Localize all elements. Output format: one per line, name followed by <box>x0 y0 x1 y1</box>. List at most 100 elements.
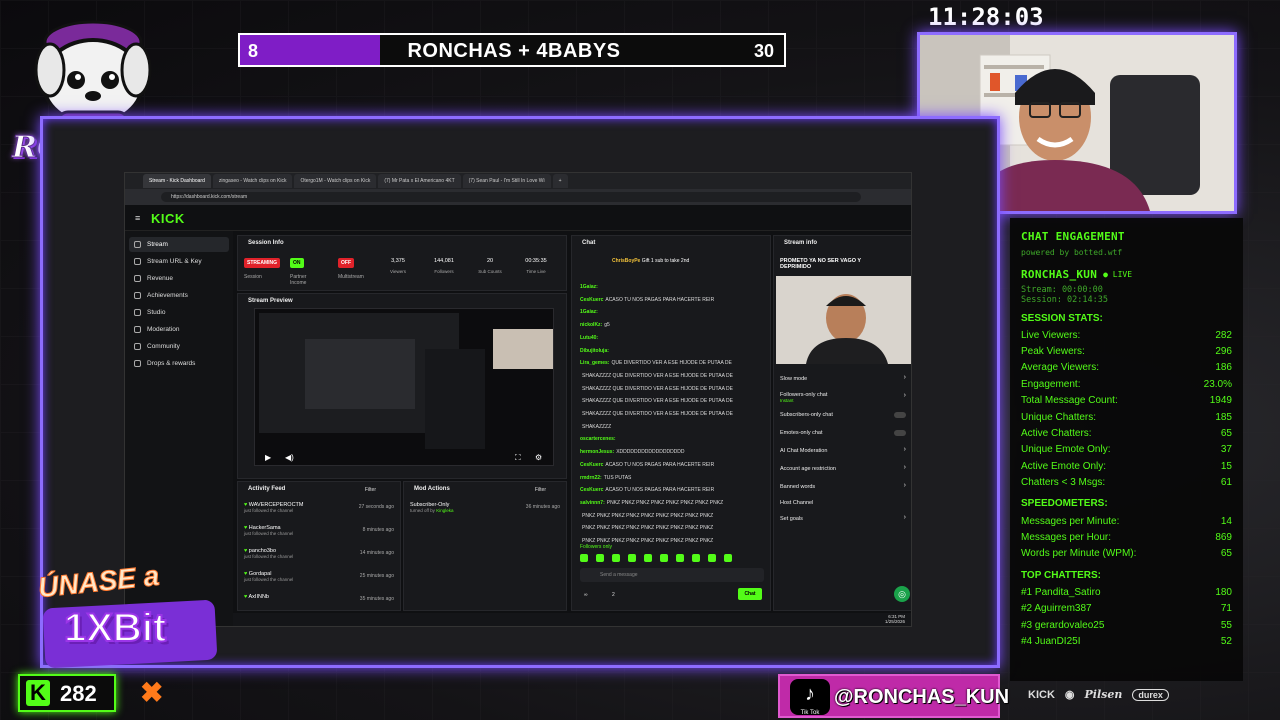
chat-username[interactable]: salvinnn7: <box>580 500 605 506</box>
new-tab-button[interactable]: + <box>552 174 568 188</box>
chat-username[interactable]: CesKuerc <box>580 487 603 493</box>
sidebar-item-stream[interactable]: Stream <box>129 237 229 252</box>
sidebar-item-revenue[interactable]: Revenue <box>129 271 229 286</box>
session-time: Session: 02:14:35 <box>1021 295 1108 305</box>
stream-title: PROMETO YA NO SER VAGO Y DEPRIMIDO <box>780 258 861 270</box>
chat-username[interactable]: 1Gaiaz: <box>580 309 598 315</box>
emote-icon[interactable] <box>612 554 620 562</box>
chat-username[interactable]: oscartercenes: <box>580 436 616 442</box>
nested-webcam <box>493 329 553 369</box>
banned-words-item[interactable]: Banned words <box>780 484 815 490</box>
session-stat-row: Active Chatters: 65 <box>1021 425 1232 441</box>
subscribers-only-toggle[interactable] <box>894 412 906 418</box>
stat-label: #1 Pandita_Satiro <box>1021 586 1101 598</box>
sponsor-kick: KICK <box>1028 688 1055 701</box>
chat-username[interactable]: CesKuerc <box>580 462 603 468</box>
stat-label: Peak Viewers: <box>1021 346 1085 358</box>
stat-label: Chatters < 3 Msgs: <box>1021 477 1106 489</box>
chevron-right-icon: › <box>903 446 906 453</box>
streaming-badge: STREAMING <box>244 258 280 268</box>
emote-icon[interactable] <box>628 554 636 562</box>
discord-icon: ◉ <box>1064 689 1075 701</box>
volume-icon[interactable]: ◀) <box>285 453 294 462</box>
score-fill <box>240 35 380 65</box>
sidebar-item-stream-url[interactable]: Stream URL & Key <box>129 254 229 269</box>
stream-info-preview <box>776 276 911 364</box>
chevron-right-icon: › <box>903 482 906 489</box>
chat-text: ACASO TU NOS PAGAS PARA HACERTE REIR <box>605 487 715 494</box>
ai-moderation-item[interactable]: AI Chat Moderation <box>780 448 827 454</box>
sidebar-item-achievements[interactable]: Achievements <box>129 288 229 303</box>
mod-action-item: Subscriber-Only turned off by Kingleka <box>410 502 454 513</box>
tiktok-banner: ♪ Tik Tok @RONCHAS_KUN <box>778 674 1009 718</box>
emote-icon[interactable] <box>708 554 716 562</box>
session-info-title: Session Info <box>248 240 284 246</box>
taskbar-clock: 6:31 PM 1/25/2026 <box>884 614 905 624</box>
fullscreen-icon[interactable]: ⛶ <box>515 453 521 463</box>
stat-label: Total Message Count: <box>1021 395 1118 407</box>
chat-message: oscartercenes: <box>580 436 618 442</box>
activity-filter-button[interactable]: Filter <box>365 487 376 493</box>
emote-icon[interactable] <box>660 554 668 562</box>
sidebar-item-community[interactable]: Community <box>129 339 229 354</box>
emote-icon[interactable] <box>676 554 684 562</box>
support-icon[interactable]: ◎ <box>894 586 910 602</box>
followers-only-item[interactable]: Followers-only chat Instant <box>780 392 827 403</box>
emotes-only-item[interactable]: Emotes-only chat <box>780 430 823 436</box>
tab-youtube-2[interactable]: (7) Sean Paul - I'm Still In Love Wi <box>462 174 551 188</box>
stat-value: 15 <box>1220 460 1232 472</box>
sidebar-item-studio[interactable]: Studio <box>129 305 229 320</box>
set-goals-item[interactable]: Set goals <box>780 516 803 522</box>
chat-username[interactable]: rmdrn22: <box>580 475 602 481</box>
tab-clips-2[interactable]: Otergo1M - Watch clips on Kick <box>294 174 377 188</box>
sidebar-item-drops[interactable]: Drops & rewards <box>129 356 229 371</box>
sidebar-item-moderation[interactable]: Moderation <box>129 322 229 337</box>
chat-username[interactable]: Dibujitoluja: <box>580 348 609 354</box>
emote-icon[interactable] <box>580 554 588 562</box>
mod-filter-button[interactable]: Filter <box>535 487 546 493</box>
chat-text: SHAKAZZZZ QUE DIVERTIDO VER A ESE HIJODE… <box>582 411 733 417</box>
session-stat-row: Active Emote Only: 15 <box>1021 458 1232 474</box>
stat-value: 180 <box>1215 586 1232 598</box>
emotes-only-toggle[interactable] <box>894 430 906 436</box>
promo-line1: ÚNASE a <box>36 559 161 604</box>
emote-icon[interactable] <box>692 554 700 562</box>
multistream-badge[interactable]: OFF <box>338 258 354 268</box>
session-stat-row: Average Viewers: 186 <box>1021 360 1232 376</box>
settings-icon[interactable]: ⚙ <box>535 453 542 462</box>
chat-username[interactable]: 1Gaiaz: <box>580 284 598 290</box>
chat-username[interactable]: nickoIKz: <box>580 322 602 328</box>
send-chat-button[interactable]: Chat <box>738 588 762 600</box>
chat-username[interactable]: Lutu40: <box>580 335 598 341</box>
tab-clips-1[interactable]: zingaseo - Watch clips on Kick <box>212 174 293 188</box>
chat-username[interactable]: hermonJesus: <box>580 449 614 455</box>
menu-icon[interactable]: ≡ <box>135 213 140 223</box>
activity-feed-title: Activity Feed <box>248 486 286 492</box>
account-age-item[interactable]: Account age restriction <box>780 466 836 472</box>
top-chatter-row: #2 Aguirrem387 71 <box>1021 600 1232 616</box>
stream-preview-video[interactable]: ▶ ◀) ⛶ ⚙ <box>254 308 554 466</box>
streamer-image <box>776 276 911 364</box>
emote-icon[interactable] <box>596 554 604 562</box>
emote-icon[interactable] <box>724 554 732 562</box>
emote-icon[interactable] <box>644 554 652 562</box>
chat-text: ACASO TU NOS PAGAS PARA HACERTE REIR <box>605 461 715 468</box>
tab-kick-dashboard[interactable]: Stream - Kick Dashboard <box>143 174 211 188</box>
subscribers-only-item[interactable]: Subscribers-only chat <box>780 412 833 418</box>
chat-username[interactable]: CesKuerc <box>580 297 603 303</box>
host-channel-item[interactable]: Host Channel <box>780 500 813 506</box>
tab-youtube-1[interactable]: (7) Mr Pata x El Americano 4KT <box>378 174 461 188</box>
kick-logo[interactable]: KICK <box>151 211 185 226</box>
slow-mode-item[interactable]: Slow mode <box>780 376 807 382</box>
url-input[interactable]: https://dashboard.kick.com/stream <box>161 192 861 202</box>
feed-time: 25 minutes ago <box>359 573 394 579</box>
stat-value: 23.0% <box>1203 378 1232 390</box>
chat-message-input[interactable]: Send a message <box>580 568 764 582</box>
chat-text: SHAKAZZZZ QUE DIVERTIDO VER A ESE HIJODE… <box>582 372 733 379</box>
chat-text: TUS PUTAS <box>603 474 632 481</box>
chat-username[interactable]: Lira_gemes: <box>580 360 609 366</box>
play-icon[interactable]: ▶ <box>265 453 271 462</box>
chat-message: Lira_gemes: QUE DIVERTIDO VER A ESE HIJOD… <box>580 360 732 366</box>
partner-income-badge[interactable]: ON <box>290 258 304 268</box>
chat-text: SHAKAZZZZ QUE DIVERTIDO VER A ESE HIJODE… <box>582 385 733 392</box>
